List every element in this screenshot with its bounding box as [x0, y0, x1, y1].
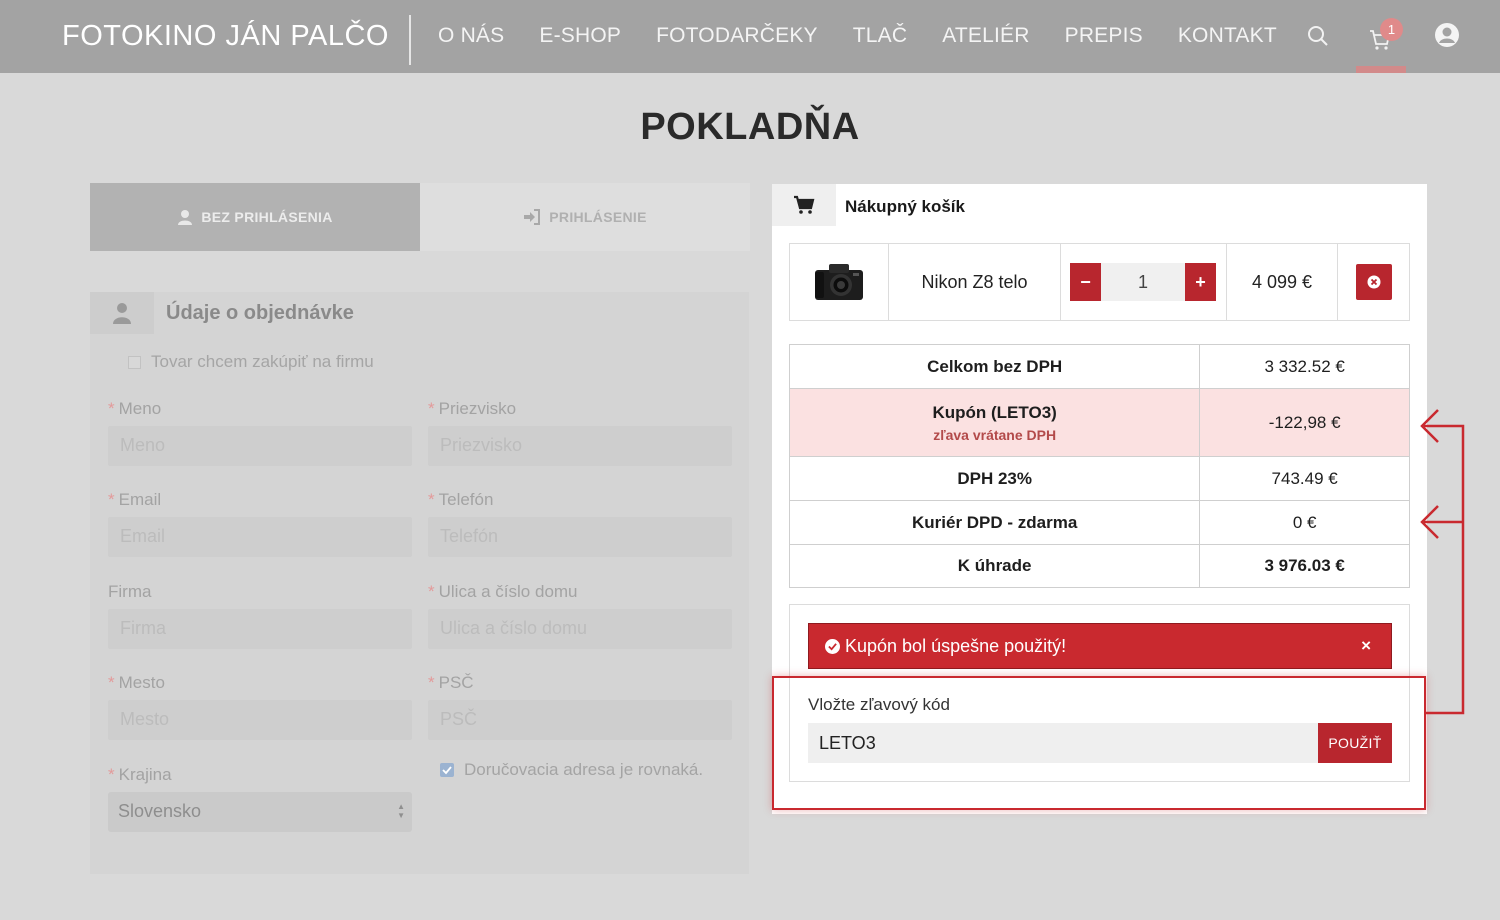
- quantity-stepper: − 1 +: [1061, 244, 1227, 320]
- zip-label: * PSČ: [428, 673, 474, 692]
- close-alert-button[interactable]: ×: [1361, 636, 1371, 656]
- order-totals-table: Celkom bez DPH 3 332.52 € Kupón (LETO3) …: [788, 344, 1410, 588]
- nav-link-prepis[interactable]: PREPIS: [1065, 24, 1143, 48]
- country-select-value: Slovensko: [118, 801, 202, 821]
- same-address-row: Doručovacia adresa je rovnaká.: [440, 760, 703, 780]
- form-title: Údaje o objednávke: [166, 302, 354, 324]
- nav-link-o-nas[interactable]: O NÁS: [438, 24, 504, 48]
- page-title: POKLADŇA: [640, 106, 860, 148]
- product-name-cell: Nikon Z8 telo: [889, 244, 1061, 320]
- user-account-icon[interactable]: [1434, 22, 1460, 48]
- email-label: * Email: [108, 490, 162, 509]
- grand-total-label: K úhrade: [788, 544, 1201, 588]
- street-label: * Ulica a číslo domu: [428, 582, 578, 601]
- select-arrows-icon: ▲ ▼: [397, 802, 405, 820]
- order-details-form: Údaje o objednávke Tovar chcem zakúpiť n…: [90, 292, 749, 874]
- street-field[interactable]: Ulica a číslo domu: [428, 609, 732, 649]
- checkout-mode-tabs: BEZ PRIHLÁSENIA PRIHLÁSENIE: [90, 183, 750, 251]
- increase-quantity-button[interactable]: +: [1185, 263, 1216, 301]
- country-label: * Krajina: [108, 765, 172, 784]
- net-total-label: Celkom bez DPH: [788, 344, 1201, 389]
- remove-circle-icon: [1367, 275, 1380, 289]
- totals-row-vat: DPH 23% 743.49 €: [788, 456, 1410, 501]
- vat-label: DPH 23%: [788, 456, 1201, 501]
- top-navigation-bar: FOTOKINO JÁN PALČO O NÁS E-SHOP FOTODARČ…: [0, 0, 1500, 73]
- company-purchase-label: Tovar chcem zakúpiť na firmu: [151, 352, 374, 371]
- cart-count-badge: 1: [1380, 18, 1403, 41]
- decrease-quantity-button[interactable]: −: [1070, 263, 1101, 301]
- totals-row-coupon: Kupón (LETO3) zľava vrátane DPH -122,98 …: [788, 388, 1410, 457]
- vat-value: 743.49 €: [1199, 456, 1410, 501]
- first-name-label: * Meno: [108, 399, 162, 418]
- cart-title: Nákupný košík: [845, 197, 965, 216]
- camera-product-image[interactable]: [811, 260, 867, 304]
- email-field[interactable]: Email: [108, 517, 412, 557]
- totals-row-shipping: Kuriér DPD - zdarma 0 €: [788, 500, 1410, 545]
- tab-login-label: PRIHLÁSENIE: [549, 209, 647, 225]
- city-field[interactable]: Mesto: [108, 700, 412, 740]
- same-address-label: Doručovacia adresa je rovnaká.: [464, 760, 704, 779]
- nav-link-kontakt[interactable]: KONTAKT: [1178, 24, 1277, 48]
- totals-row-grand-total: K úhrade 3 976.03 €: [788, 544, 1410, 588]
- cart-icon: [794, 195, 815, 214]
- form-header-icon-box: [90, 292, 154, 334]
- phone-field[interactable]: Telefón: [428, 517, 732, 557]
- zip-field[interactable]: PSČ: [428, 700, 732, 740]
- search-icon[interactable]: [1306, 24, 1330, 48]
- coupon-success-alert: Kupón bol úspešne použitý! ×: [808, 623, 1392, 669]
- totals-row-net: Celkom bez DPH 3 332.52 €: [788, 344, 1410, 389]
- brand-divider: [409, 15, 411, 65]
- cart-header-icon-box: [772, 184, 836, 226]
- check-circle-icon: [825, 638, 840, 654]
- company-purchase-checkbox[interactable]: [128, 355, 141, 369]
- remove-cell: [1338, 244, 1409, 320]
- form-header: Údaje o objednávke: [90, 292, 749, 334]
- coupon-label: Kupón (LETO3): [932, 402, 1057, 422]
- cart-active-indicator: [1356, 66, 1406, 73]
- coupon-success-message: Kupón bol úspešne použitý!: [845, 635, 1067, 656]
- company-field[interactable]: Firma: [108, 609, 412, 649]
- remove-item-button[interactable]: [1355, 264, 1392, 300]
- product-name[interactable]: Nikon Z8 telo: [921, 272, 1027, 293]
- nav-link-atelier[interactable]: ATELIÉR: [942, 24, 1029, 48]
- first-name-field[interactable]: Meno: [108, 426, 412, 466]
- main-nav: O NÁS E-SHOP FOTODARČEKY TLAČ ATELIÉR PR…: [438, 24, 1312, 48]
- product-image-cell: [790, 244, 889, 320]
- last-name-field[interactable]: Priezvisko: [428, 426, 732, 466]
- net-total-value: 3 332.52 €: [1199, 344, 1410, 389]
- city-label: * Mesto: [108, 673, 165, 692]
- company-label: Firma: [108, 582, 152, 601]
- sign-in-icon: [524, 209, 541, 225]
- quantity-input[interactable]: 1: [1101, 263, 1185, 301]
- cart-header: Nákupný košík: [772, 184, 1427, 226]
- tab-guest-checkout[interactable]: BEZ PRIHLÁSENIA: [90, 183, 420, 251]
- user-icon: [178, 210, 193, 225]
- user-icon: [113, 303, 131, 324]
- company-purchase-row: Tovar chcem zakúpiť na firmu: [128, 352, 374, 372]
- brand-logo-text[interactable]: FOTOKINO JÁN PALČO: [62, 20, 389, 53]
- coupon-label-cell: Kupón (LETO3) zľava vrátane DPH: [788, 388, 1201, 457]
- annotation-highlight-box: [772, 676, 1426, 810]
- nav-link-fotodarceky[interactable]: FOTODARČEKY: [656, 24, 818, 48]
- checkmark-icon: [442, 766, 452, 775]
- shipping-value: 0 €: [1199, 500, 1410, 545]
- last-name-label: * Priezvisko: [428, 399, 517, 418]
- coupon-value: -122,98 €: [1199, 388, 1410, 457]
- country-select[interactable]: Slovensko ▲ ▼: [108, 792, 412, 832]
- item-price: 4 099 €: [1251, 271, 1313, 292]
- tab-guest-label: BEZ PRIHLÁSENIA: [201, 209, 333, 225]
- tab-login[interactable]: PRIHLÁSENIE: [420, 183, 750, 251]
- shipping-label: Kuriér DPD - zdarma: [788, 500, 1201, 545]
- phone-label: * Telefón: [428, 490, 494, 509]
- grand-total-value: 3 976.03 €: [1199, 544, 1410, 588]
- price-cell: 4 099 €: [1227, 244, 1338, 320]
- same-address-checkbox[interactable]: [440, 763, 454, 777]
- nav-link-e-shop[interactable]: E-SHOP: [539, 24, 621, 48]
- nav-link-tlac[interactable]: TLAČ: [853, 24, 907, 48]
- coupon-sublabel: zľava vrátane DPH: [933, 426, 1057, 443]
- cart-item-row: Nikon Z8 telo − 1 + 4 099 €: [789, 243, 1410, 321]
